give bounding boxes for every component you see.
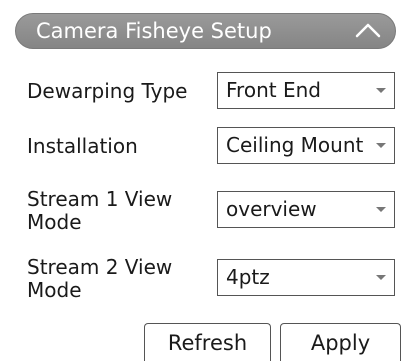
installation-label: Installation bbox=[27, 134, 138, 158]
stream2-view-mode-value: 4ptz bbox=[226, 265, 270, 289]
dewarping-type-label: Dewarping Type bbox=[27, 79, 188, 103]
stream1-view-mode-value: overview bbox=[226, 197, 317, 221]
installation-select[interactable]: Ceiling Mount bbox=[217, 127, 395, 164]
stream1-view-mode-select[interactable]: overview bbox=[217, 191, 395, 228]
stream1-view-mode-label: Stream 1 View Mode bbox=[27, 187, 173, 234]
caret-down-icon bbox=[368, 192, 394, 227]
caret-down-icon bbox=[368, 128, 394, 163]
apply-button[interactable]: Apply bbox=[280, 323, 401, 361]
fisheye-setup-panel: Camera Fisheye Setup Dewarping Type Fron… bbox=[0, 0, 411, 361]
dewarping-type-value: Front End bbox=[226, 78, 321, 102]
panel-header[interactable]: Camera Fisheye Setup bbox=[15, 13, 396, 49]
refresh-button[interactable]: Refresh bbox=[144, 323, 271, 361]
caret-down-icon bbox=[368, 260, 394, 295]
dewarping-type-select[interactable]: Front End bbox=[217, 72, 395, 109]
chevron-up-icon[interactable] bbox=[355, 20, 381, 42]
stream2-view-mode-select[interactable]: 4ptz bbox=[217, 259, 395, 296]
installation-value: Ceiling Mount bbox=[226, 133, 364, 157]
panel-title: Camera Fisheye Setup bbox=[36, 19, 272, 43]
stream2-view-mode-label: Stream 2 View Mode bbox=[27, 255, 173, 302]
caret-down-icon bbox=[368, 73, 394, 108]
